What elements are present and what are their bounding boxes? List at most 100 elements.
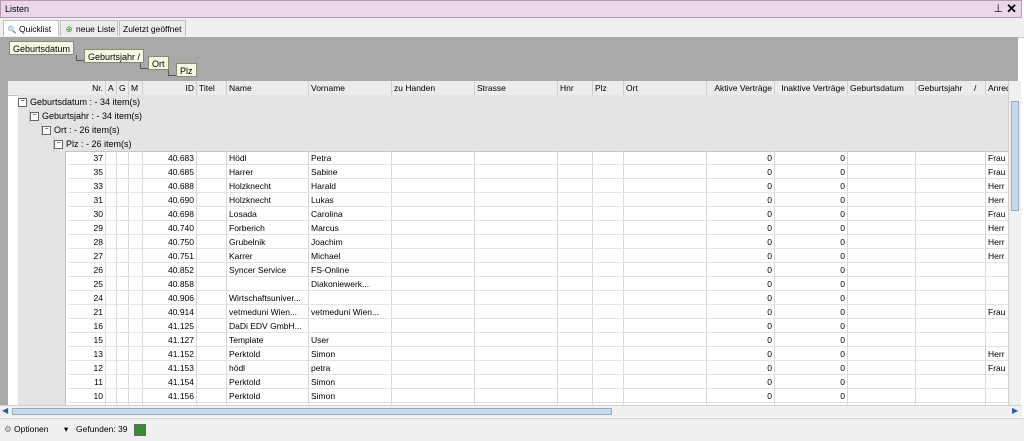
cell-strasse[interactable] bbox=[475, 361, 558, 375]
cell-inaktive-vertraege[interactable]: 0 bbox=[775, 263, 848, 277]
cell-id[interactable]: 40.914 bbox=[143, 305, 197, 319]
cell-ort[interactable] bbox=[624, 249, 707, 263]
cell-m[interactable] bbox=[129, 193, 143, 207]
cell-titel[interactable] bbox=[197, 389, 227, 403]
cell-m[interactable] bbox=[129, 277, 143, 291]
cell-ort[interactable] bbox=[624, 221, 707, 235]
cell-ort[interactable] bbox=[624, 207, 707, 221]
cell-geburtsdatum[interactable] bbox=[848, 193, 916, 207]
cell-ort[interactable] bbox=[624, 305, 707, 319]
cell-geburtsjahr[interactable] bbox=[916, 347, 986, 361]
cell-id[interactable]: 41.154 bbox=[143, 375, 197, 389]
cell-zu-handen[interactable] bbox=[392, 277, 475, 291]
cell-name[interactable]: Holzknecht bbox=[227, 193, 309, 207]
cell-name[interactable]: hödl bbox=[227, 361, 309, 375]
cell-g[interactable] bbox=[117, 319, 129, 333]
cell-aktive-vertraege[interactable]: 0 bbox=[707, 361, 775, 375]
cell-geburtsjahr[interactable] bbox=[916, 235, 986, 249]
cell-nr[interactable]: 12 bbox=[68, 361, 106, 375]
cell-m[interactable] bbox=[129, 249, 143, 263]
cell-zu-handen[interactable] bbox=[392, 375, 475, 389]
cell-id[interactable]: 40.852 bbox=[143, 263, 197, 277]
cell-geburtsjahr[interactable] bbox=[916, 207, 986, 221]
cell-aktive-vertraege[interactable]: 0 bbox=[707, 291, 775, 305]
cell-name[interactable]: Holzknecht bbox=[227, 179, 309, 193]
cell-geburtsdatum[interactable] bbox=[848, 361, 916, 375]
cell-name[interactable]: Syncer Service bbox=[227, 263, 309, 277]
cell-geburtsdatum[interactable] bbox=[848, 263, 916, 277]
cell-name[interactable]: Forberich bbox=[227, 221, 309, 235]
cell-plz[interactable] bbox=[593, 235, 624, 249]
cell-g[interactable] bbox=[117, 207, 129, 221]
cell-nr[interactable]: 15 bbox=[68, 333, 106, 347]
cell-anrede[interactable] bbox=[986, 291, 1008, 305]
cell-a[interactable] bbox=[106, 333, 117, 347]
cell-name[interactable]: DaDi EDV GmbH... bbox=[227, 319, 309, 333]
cell-geburtsjahr[interactable] bbox=[916, 277, 986, 291]
cell-anrede[interactable]: Herr bbox=[986, 347, 1008, 361]
horizontal-scrollbar[interactable]: ◀ ▶ bbox=[0, 405, 1022, 417]
col-header-id[interactable]: ID bbox=[143, 81, 197, 95]
cell-inaktive-vertraege[interactable]: 0 bbox=[775, 389, 848, 403]
cell-id[interactable]: 40.858 bbox=[143, 277, 197, 291]
cell-geburtsjahr[interactable] bbox=[916, 333, 986, 347]
tab-zuletzt[interactable]: Zuletzt geöffnet bbox=[119, 20, 186, 36]
cell-hnr[interactable] bbox=[558, 333, 593, 347]
cell-zu-handen[interactable] bbox=[392, 291, 475, 305]
group-chip-geburtsjahr[interactable]: Geburtsjahr / bbox=[84, 49, 145, 63]
cell-a[interactable] bbox=[106, 347, 117, 361]
cell-hnr[interactable] bbox=[558, 151, 593, 165]
table-row[interactable]: 25 40.858 Diakoniewerk... 0 0 bbox=[8, 277, 1008, 291]
cell-aktive-vertraege[interactable]: 0 bbox=[707, 263, 775, 277]
cell-a[interactable] bbox=[106, 319, 117, 333]
cell-nr[interactable]: 30 bbox=[68, 207, 106, 221]
cell-titel[interactable] bbox=[197, 221, 227, 235]
cell-geburtsjahr[interactable] bbox=[916, 249, 986, 263]
cell-zu-handen[interactable] bbox=[392, 333, 475, 347]
cell-aktive-vertraege[interactable]: 0 bbox=[707, 151, 775, 165]
cell-hnr[interactable] bbox=[558, 235, 593, 249]
col-header-strasse[interactable]: Strasse bbox=[475, 81, 558, 95]
cell-nr[interactable]: 21 bbox=[68, 305, 106, 319]
cell-vorname[interactable]: Carolina bbox=[309, 207, 392, 221]
cell-nr[interactable]: 10 bbox=[68, 389, 106, 403]
cell-ort[interactable] bbox=[624, 361, 707, 375]
cell-geburtsdatum[interactable] bbox=[848, 207, 916, 221]
cell-vorname[interactable]: Simon bbox=[309, 375, 392, 389]
cell-vorname[interactable]: Marcus bbox=[309, 221, 392, 235]
table-row[interactable]: 30 40.698 Losada Carolina 0 0 Frau bbox=[8, 207, 1008, 221]
cell-nr[interactable]: 11 bbox=[68, 375, 106, 389]
vertical-scrollbar[interactable] bbox=[1008, 81, 1021, 405]
cell-titel[interactable] bbox=[197, 333, 227, 347]
cell-vorname[interactable]: Lukas bbox=[309, 193, 392, 207]
cell-g[interactable] bbox=[117, 165, 129, 179]
options-dropdown-icon[interactable]: ▾ bbox=[64, 424, 68, 435]
cell-strasse[interactable] bbox=[475, 165, 558, 179]
cell-ort[interactable] bbox=[624, 347, 707, 361]
cell-geburtsdatum[interactable] bbox=[848, 235, 916, 249]
collapse-icon[interactable]: − bbox=[54, 140, 63, 150]
cell-m[interactable] bbox=[129, 333, 143, 347]
cell-titel[interactable] bbox=[197, 207, 227, 221]
options-gear-icon[interactable]: ⚙ bbox=[4, 424, 12, 435]
cell-m[interactable] bbox=[129, 235, 143, 249]
table-row[interactable]: 12 41.153 hödl petra 0 0 Frau bbox=[8, 361, 1008, 375]
cell-a[interactable] bbox=[106, 207, 117, 221]
table-row[interactable]: 31 40.690 Holzknecht Lukas 0 0 Herr bbox=[8, 193, 1008, 207]
cell-name[interactable]: Wirtschaftsuniver... bbox=[227, 291, 309, 305]
cell-nr[interactable]: 37 bbox=[68, 151, 106, 165]
cell-hnr[interactable] bbox=[558, 207, 593, 221]
cell-a[interactable] bbox=[106, 389, 117, 403]
cell-inaktive-vertraege[interactable]: 0 bbox=[775, 207, 848, 221]
cell-plz[interactable] bbox=[593, 389, 624, 403]
cell-plz[interactable] bbox=[593, 305, 624, 319]
cell-zu-handen[interactable] bbox=[392, 319, 475, 333]
cell-ort[interactable] bbox=[624, 151, 707, 165]
cell-inaktive-vertraege[interactable]: 0 bbox=[775, 235, 848, 249]
cell-name[interactable]: Template bbox=[227, 333, 309, 347]
group-chip-ort[interactable]: Ort bbox=[148, 56, 169, 70]
cell-zu-handen[interactable] bbox=[392, 361, 475, 375]
cell-name[interactable]: Perktold bbox=[227, 375, 309, 389]
scroll-left-icon[interactable]: ◀ bbox=[2, 406, 8, 415]
cell-zu-handen[interactable] bbox=[392, 389, 475, 403]
